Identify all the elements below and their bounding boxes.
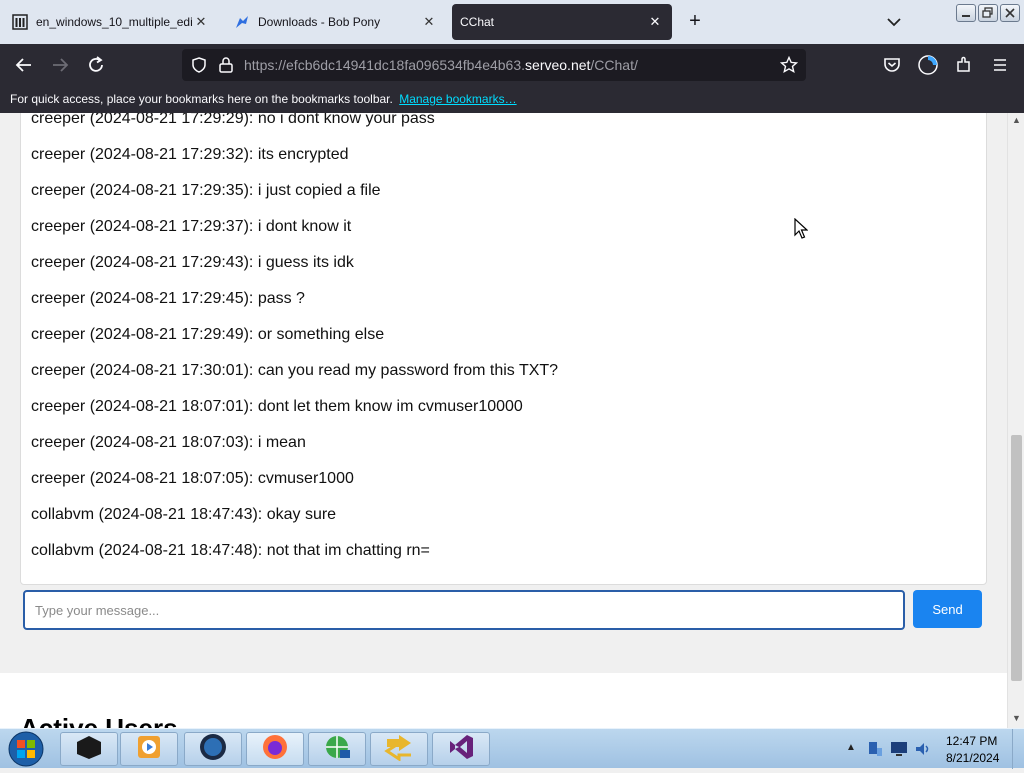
manage-bookmarks-link[interactable]: Manage bookmarks…	[399, 92, 516, 106]
new-tab-button[interactable]: +	[684, 10, 706, 32]
chat-message: creeper (2024-08-21 17:29:37): i dont kn…	[31, 218, 352, 235]
taskbar-item-media-player[interactable]	[120, 732, 178, 766]
chat-message: creeper (2024-08-21 17:29:32): its encry…	[31, 146, 349, 163]
chat-message: creeper (2024-08-21 17:29:45): pass ?	[31, 290, 305, 307]
globe-icon	[198, 732, 228, 767]
scroll-down-icon[interactable]: ▼	[1011, 713, 1022, 723]
navigation-toolbar: https://efcb6dc14941dc18fa096534fb4e4b63…	[0, 44, 1024, 86]
taskbar: ▲ 12:47 PM 8/21/2024	[0, 728, 1024, 769]
chat-message: creeper (2024-08-21 17:29:43): i guess i…	[31, 254, 354, 271]
tab-label: en_windows_10_multiple_editio	[36, 15, 192, 29]
chevron-down-icon[interactable]	[884, 12, 904, 32]
pony-icon	[234, 14, 250, 30]
monitor-icon[interactable]	[890, 741, 908, 762]
taskbar-item-visual-studio[interactable]	[432, 732, 490, 766]
lock-icon[interactable]	[218, 56, 234, 79]
restore-button[interactable]	[978, 4, 998, 22]
address-bar[interactable]: https://efcb6dc14941dc18fa096534fb4e4b63…	[182, 49, 806, 81]
scroll-thumb[interactable]	[1011, 435, 1022, 681]
mouse-cursor-icon	[794, 217, 809, 240]
shield-icon[interactable]	[190, 56, 208, 79]
minimize-button[interactable]	[956, 4, 976, 22]
url-prefix: https://efcb6dc14941dc18fa096534fb4e4b63…	[244, 57, 526, 73]
visual-studio-icon	[447, 733, 475, 766]
chat-message: creeper (2024-08-21 18:07:05): cvmuser10…	[31, 470, 354, 487]
taskbar-item-network[interactable]	[308, 732, 366, 766]
chat-message: creeper (2024-08-21 17:29:29): no i dont…	[31, 113, 435, 127]
library-icon	[12, 14, 28, 30]
chat-message: collabvm (2024-08-21 18:47:48): not that…	[31, 542, 430, 559]
menu-icon[interactable]	[988, 53, 1012, 77]
transfer-icon	[384, 733, 414, 766]
bookmarks-toolbar: For quick access, place your bookmarks h…	[0, 86, 1024, 113]
taskbar-item-terminal[interactable]	[60, 732, 118, 766]
browser-tab-strip: en_windows_10_multiple_editio ✕ Download…	[0, 0, 1024, 44]
pocket-icon[interactable]	[880, 53, 904, 77]
network-adapter-icon[interactable]	[866, 740, 884, 763]
reload-icon[interactable]	[84, 53, 108, 77]
tab-cchat[interactable]: CChat ✕	[452, 4, 672, 40]
chat-message: creeper (2024-08-21 17:30:01): can you r…	[31, 362, 559, 379]
forward-icon[interactable]	[48, 53, 72, 77]
clock-date[interactable]: 8/21/2024	[946, 751, 999, 765]
close-icon[interactable]: ✕	[420, 14, 438, 30]
url-text[interactable]: https://efcb6dc14941dc18fa096534fb4e4b63…	[244, 57, 638, 73]
page-scrollbar[interactable]: ▲ ▼	[1007, 113, 1024, 728]
tab-label: CChat	[460, 15, 495, 29]
send-button[interactable]: Send	[913, 590, 982, 628]
bookmark-star-icon[interactable]	[779, 55, 799, 79]
active-users-panel: Active Users	[0, 673, 1007, 728]
media-player-icon	[136, 734, 162, 765]
network-globe-icon	[322, 733, 352, 766]
taskbar-item-transfer[interactable]	[370, 732, 428, 766]
back-icon[interactable]	[12, 53, 36, 77]
url-host: serveo.net	[525, 57, 591, 73]
tab-label: Downloads - Bob Pony	[258, 15, 381, 29]
tab-windows-download[interactable]: en_windows_10_multiple_editio ✕	[4, 4, 218, 40]
url-path: /CChat/	[590, 57, 638, 73]
firefox-icon	[261, 733, 289, 766]
active-users-heading: Active Users	[20, 713, 178, 728]
close-icon[interactable]: ✕	[192, 14, 210, 30]
extensions-icon[interactable]	[952, 53, 976, 77]
terminal-icon	[74, 734, 104, 765]
chat-message: collabvm (2024-08-21 18:47:43): okay sur…	[31, 506, 337, 523]
chat-message: creeper (2024-08-21 18:07:03): i mean	[31, 434, 306, 451]
volume-icon[interactable]	[914, 740, 932, 763]
taskbar-item-globe[interactable]	[184, 732, 242, 766]
chat-message: creeper (2024-08-21 17:29:35): i just co…	[31, 182, 381, 199]
window-close-button[interactable]	[1000, 4, 1020, 22]
start-button[interactable]	[6, 730, 46, 768]
chat-messages-panel: creeper (2024-08-21 17:29:29): no i dont…	[20, 113, 987, 585]
message-input[interactable]	[23, 590, 905, 630]
bookmarks-hint: For quick access, place your bookmarks h…	[10, 92, 393, 106]
chat-message: creeper (2024-08-21 18:07:01): dont let …	[31, 398, 523, 415]
show-hidden-icons-icon[interactable]: ▲	[846, 742, 856, 753]
taskbar-item-firefox[interactable]	[246, 732, 304, 766]
scroll-up-icon[interactable]: ▲	[1011, 115, 1022, 125]
account-icon[interactable]	[916, 53, 940, 77]
clock-time[interactable]: 12:47 PM	[946, 734, 997, 748]
tab-downloads-bob-pony[interactable]: Downloads - Bob Pony ✕	[226, 4, 446, 40]
close-icon[interactable]: ✕	[646, 14, 664, 30]
show-desktop-button[interactable]	[1012, 729, 1024, 769]
page-viewport: creeper (2024-08-21 17:29:29): no i dont…	[0, 113, 1007, 728]
chat-message: creeper (2024-08-21 17:29:49): or someth…	[31, 326, 385, 343]
system-tray: ▲ 12:47 PM 8/21/2024	[840, 729, 1024, 769]
